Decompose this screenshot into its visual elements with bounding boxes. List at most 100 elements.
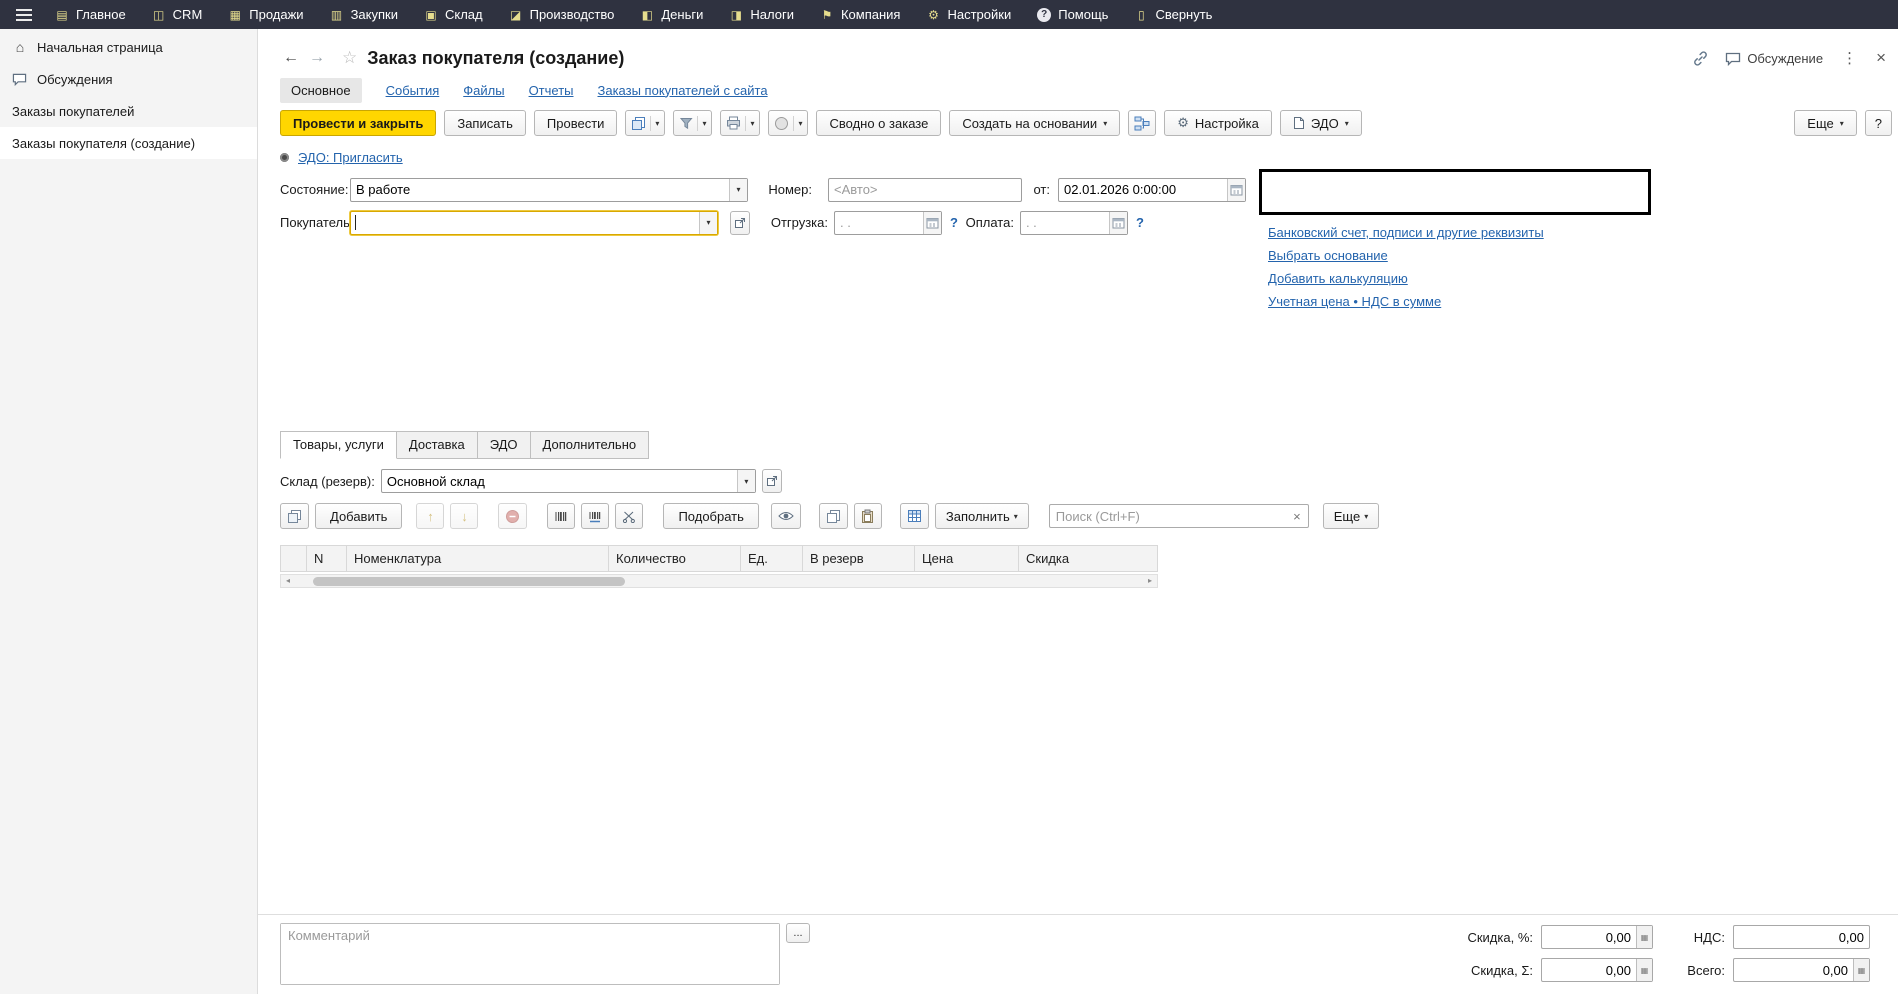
tab-edo[interactable]: ЭДО xyxy=(477,431,531,459)
table-search-field[interactable]: × xyxy=(1049,504,1309,528)
more-button[interactable]: Еще ▾ xyxy=(1794,110,1856,136)
tab-files[interactable]: Файлы xyxy=(463,83,504,98)
show-hidden-button[interactable] xyxy=(771,503,801,529)
shipment-date-field[interactable] xyxy=(834,211,942,235)
date-field[interactable] xyxy=(1058,178,1246,202)
create-based-on-button[interactable]: Создать на основании ▾ xyxy=(949,110,1120,136)
tab-main[interactable]: Основное xyxy=(280,78,362,103)
tab-additional[interactable]: Дополнительно xyxy=(530,431,650,459)
menu-item-purchases[interactable]: ▥Закупки xyxy=(317,0,411,29)
price-type-link[interactable]: Учетная цена • НДС в сумме xyxy=(1268,294,1441,309)
warehouse-combobox[interactable]: ▾ xyxy=(381,469,756,493)
post-button[interactable]: Провести xyxy=(534,110,618,136)
shipment-calendar-button[interactable] xyxy=(923,212,941,234)
menu-item-crm[interactable]: ◫CRM xyxy=(139,0,216,29)
tab-events[interactable]: События xyxy=(386,83,440,98)
tab-goods-services[interactable]: Товары, услуги xyxy=(280,431,397,459)
copy-paste-split-button[interactable]: ▾ xyxy=(625,110,665,136)
change-table-button[interactable] xyxy=(900,503,929,529)
menu-item-collapse[interactable]: ▯Свернуть xyxy=(1121,0,1225,29)
add-row-button[interactable]: Добавить xyxy=(315,503,402,529)
buyer-dropdown-button[interactable]: ▾ xyxy=(699,212,717,234)
column-quantity[interactable]: Количество xyxy=(609,546,741,572)
menu-item-company[interactable]: ⚑Компания xyxy=(807,0,914,29)
column-select[interactable] xyxy=(281,546,307,572)
menu-item-production[interactable]: ◪Производство xyxy=(496,0,628,29)
edo-invite-link[interactable]: ЭДО: Пригласить xyxy=(298,150,403,165)
scroll-right-icon[interactable]: ▸ xyxy=(1143,575,1157,587)
total-calc-button[interactable]: ▦ xyxy=(1853,959,1869,981)
discount-percent-input[interactable] xyxy=(1542,930,1636,945)
scroll-left-icon[interactable]: ◂ xyxy=(281,575,295,587)
payment-date-field[interactable] xyxy=(1020,211,1128,235)
warehouse-input[interactable] xyxy=(382,474,737,489)
buyer-open-button[interactable] xyxy=(730,211,750,235)
fill-button[interactable]: Заполнить ▾ xyxy=(935,503,1029,529)
post-and-close-button[interactable]: Провести и закрыть xyxy=(280,110,436,136)
date-input[interactable] xyxy=(1059,182,1227,197)
discount-percent-calc-button[interactable]: ▦ xyxy=(1636,926,1652,948)
buyer-combobox[interactable]: ▾ xyxy=(350,211,718,235)
help-button[interactable]: ? xyxy=(1865,110,1892,136)
warehouse-dropdown-button[interactable]: ▾ xyxy=(737,470,755,492)
column-nomenclature[interactable]: Номенклатура xyxy=(347,546,609,572)
comment-expand-button[interactable]: ... xyxy=(786,923,810,943)
order-summary-button[interactable]: Сводно о заказе xyxy=(816,110,941,136)
send-split-button[interactable]: ▾ xyxy=(768,110,808,136)
forward-button[interactable]: → xyxy=(304,49,330,67)
menu-item-main[interactable]: ▤Главное xyxy=(42,0,139,29)
table-search-input[interactable] xyxy=(1050,509,1286,524)
menu-item-taxes[interactable]: ◨Налоги xyxy=(716,0,807,29)
discount-sum-field[interactable]: ▦ xyxy=(1541,958,1653,982)
tab-site-orders[interactable]: Заказы покупателей с сайта xyxy=(598,83,768,98)
menu-item-settings[interactable]: ⚙Настройки xyxy=(913,0,1024,29)
pick-items-button[interactable]: Подобрать xyxy=(663,503,758,529)
scrollbar-track[interactable] xyxy=(295,575,1143,587)
settings-button[interactable]: ⚙ Настройка xyxy=(1164,110,1272,136)
column-reserve[interactable]: В резерв xyxy=(803,546,915,572)
date-calendar-button[interactable] xyxy=(1227,179,1245,201)
favorite-star-icon[interactable]: ☆ xyxy=(342,48,357,68)
split-row-button[interactable] xyxy=(615,503,643,529)
barcode-input-button[interactable] xyxy=(581,503,609,529)
choose-basis-link[interactable]: Выбрать основание xyxy=(1268,248,1388,263)
sidebar-item-customer-order-creation[interactable]: Заказы покупателя (создание) xyxy=(0,127,257,159)
shipment-help-link[interactable]: ? xyxy=(950,215,958,230)
menu-item-warehouse[interactable]: ▣Склад xyxy=(411,0,496,29)
column-price[interactable]: Цена xyxy=(915,546,1019,572)
menu-item-help[interactable]: ?Помощь xyxy=(1024,0,1121,29)
edo-button[interactable]: ЭДО ▾ xyxy=(1280,110,1362,136)
duplicate-rows-button[interactable] xyxy=(280,503,309,529)
discussion-button[interactable]: Обсуждение xyxy=(1725,51,1823,66)
tab-reports[interactable]: Отчеты xyxy=(529,83,574,98)
scrollbar-thumb[interactable] xyxy=(313,577,625,586)
print-split-button[interactable]: ▾ xyxy=(720,110,760,136)
sidebar-item-home[interactable]: ⌂ Начальная страница xyxy=(0,31,257,63)
column-unit[interactable]: Ед. xyxy=(741,546,803,572)
barcode-scan-button[interactable] xyxy=(547,503,575,529)
payment-date-input[interactable] xyxy=(1021,215,1109,230)
discount-sum-calc-button[interactable]: ▦ xyxy=(1636,959,1652,981)
clear-search-icon[interactable]: × xyxy=(1286,509,1308,524)
column-discount[interactable]: Скидка xyxy=(1019,546,1158,572)
copy-link-icon[interactable] xyxy=(1692,50,1709,67)
column-n[interactable]: N xyxy=(307,546,347,572)
payment-calendar-button[interactable] xyxy=(1109,212,1127,234)
comment-input[interactable] xyxy=(281,924,779,984)
payment-help-link[interactable]: ? xyxy=(1136,215,1144,230)
state-input[interactable] xyxy=(351,182,729,197)
shipment-date-input[interactable] xyxy=(835,215,923,230)
back-button[interactable]: ← xyxy=(278,49,304,67)
sidebar-item-customer-orders[interactable]: Заказы покупателей xyxy=(0,95,257,127)
horizontal-scrollbar[interactable]: ◂ ▸ xyxy=(280,574,1158,588)
number-field[interactable] xyxy=(828,178,1022,202)
discount-sum-input[interactable] xyxy=(1542,963,1636,978)
bank-account-link[interactable]: Банковский счет, подписи и другие реквиз… xyxy=(1268,225,1544,240)
discount-percent-field[interactable]: ▦ xyxy=(1541,925,1653,949)
menu-item-money[interactable]: ◧Деньги xyxy=(627,0,716,29)
total-field[interactable]: ▦ xyxy=(1733,958,1870,982)
filter-split-button[interactable]: ▾ xyxy=(673,110,712,136)
sidebar-item-discussions[interactable]: Обсуждения xyxy=(0,63,257,95)
paste-rows-button[interactable] xyxy=(854,503,882,529)
vat-field[interactable] xyxy=(1733,925,1870,949)
